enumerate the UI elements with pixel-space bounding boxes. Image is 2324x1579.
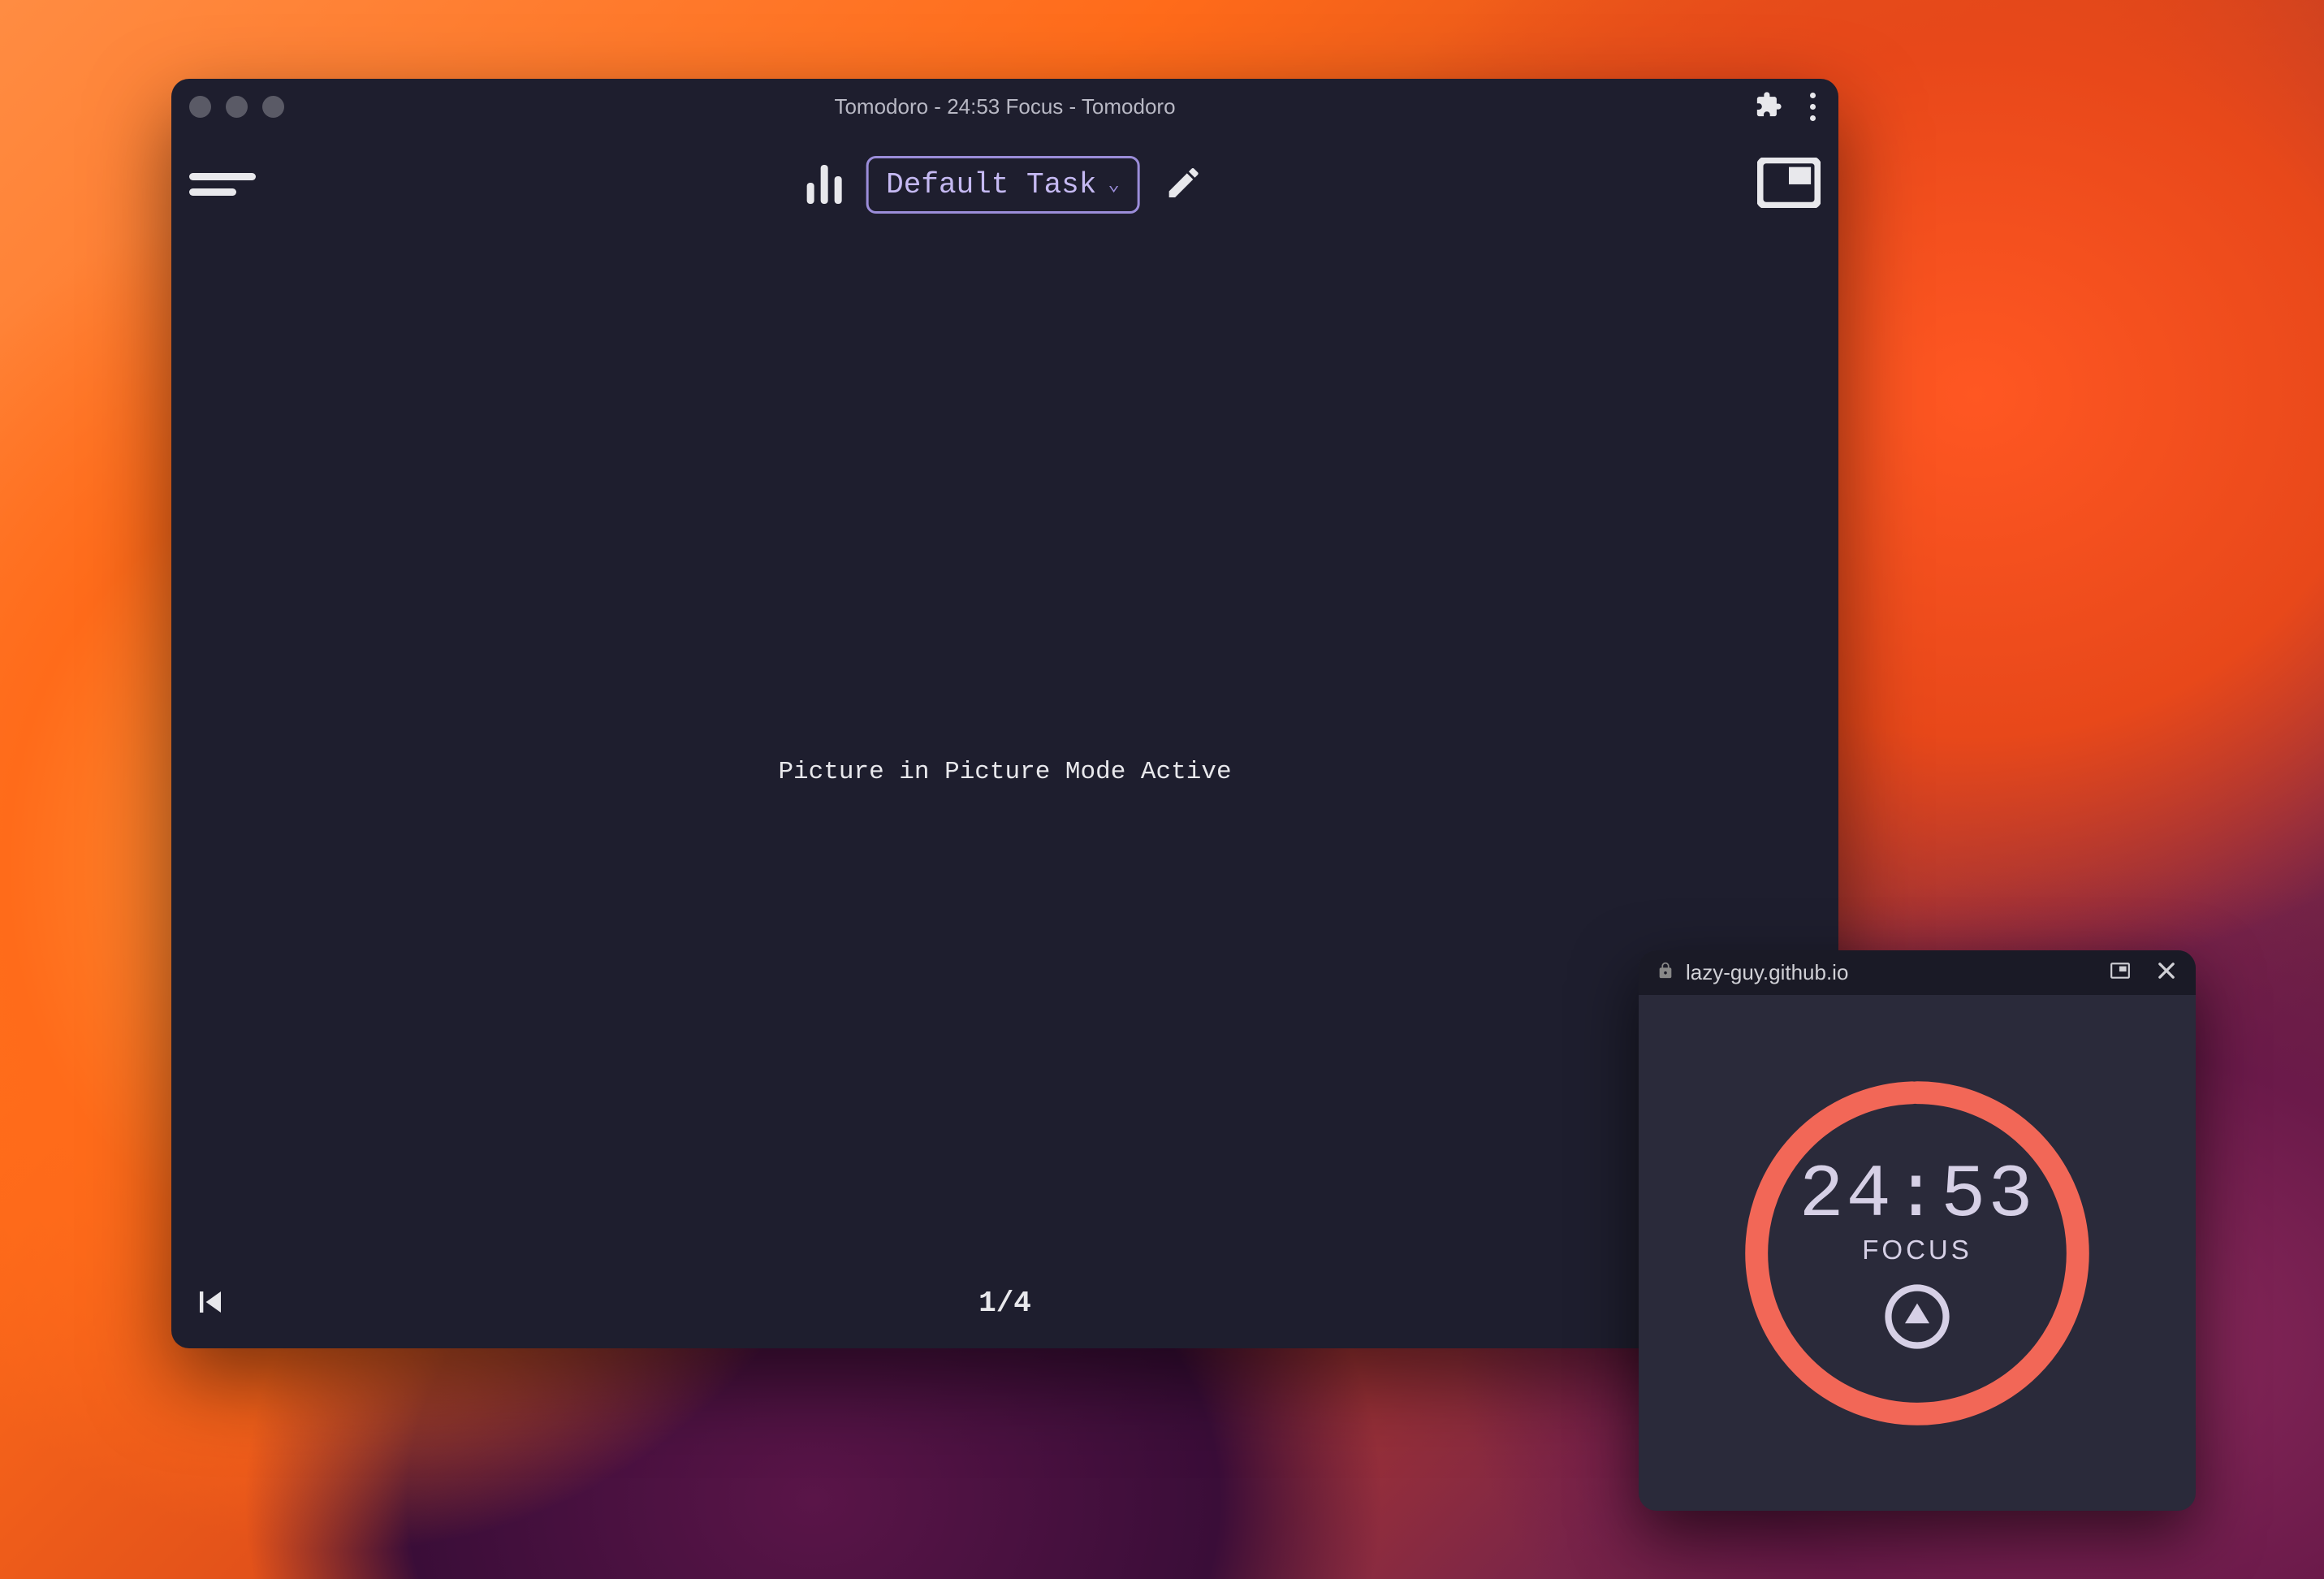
previous-button[interactable] bbox=[189, 1281, 231, 1327]
menu-icon[interactable] bbox=[189, 173, 256, 196]
window-title: Tomodoro - 24:53 Focus - Tomodoro bbox=[834, 94, 1175, 119]
pip-status-text: Picture in Picture Mode Active bbox=[778, 758, 1231, 786]
pip-body: 24:53 FOCUS bbox=[1639, 995, 2196, 1511]
page-indicator: 1/4 bbox=[978, 1287, 1031, 1320]
pip-url: lazy-guy.github.io bbox=[1686, 960, 1848, 985]
close-window-button[interactable] bbox=[189, 96, 211, 118]
traffic-lights bbox=[189, 96, 284, 118]
close-icon[interactable] bbox=[2155, 959, 2178, 986]
task-selector-dropdown[interactable]: Default Task ⌄ bbox=[866, 156, 1140, 214]
chevron-down-icon: ⌄ bbox=[1108, 172, 1119, 197]
stats-icon[interactable] bbox=[806, 165, 841, 204]
pip-window[interactable]: lazy-guy.github.io 24:53 FOCUS bbox=[1639, 950, 2196, 1511]
timer-ring: 24:53 FOCUS bbox=[1743, 1079, 2092, 1428]
main-content: Picture in Picture Mode Active 1/4 bbox=[171, 223, 1838, 1348]
main-browser-window: Tomodoro - 24:53 Focus - Tomodoro Defaul… bbox=[171, 79, 1838, 1348]
app-toolbar: Default Task ⌄ bbox=[171, 134, 1838, 223]
browser-menu-button[interactable] bbox=[1805, 88, 1821, 126]
timer-time: 24:53 bbox=[1799, 1153, 2035, 1238]
edit-icon[interactable] bbox=[1164, 163, 1203, 206]
timer-mode-label: FOCUS bbox=[1862, 1235, 1972, 1265]
pip-toggle-button[interactable] bbox=[1757, 158, 1821, 212]
back-to-tab-icon[interactable] bbox=[2110, 960, 2131, 985]
minimize-window-button[interactable] bbox=[226, 96, 248, 118]
window-titlebar[interactable]: Tomodoro - 24:53 Focus - Tomodoro bbox=[171, 79, 1838, 134]
pip-header[interactable]: lazy-guy.github.io bbox=[1639, 950, 2196, 995]
play-button[interactable] bbox=[1884, 1283, 1950, 1354]
lock-icon bbox=[1657, 962, 1674, 984]
task-selector-label: Default Task bbox=[886, 168, 1096, 201]
extensions-icon[interactable] bbox=[1755, 91, 1782, 123]
maximize-window-button[interactable] bbox=[262, 96, 284, 118]
